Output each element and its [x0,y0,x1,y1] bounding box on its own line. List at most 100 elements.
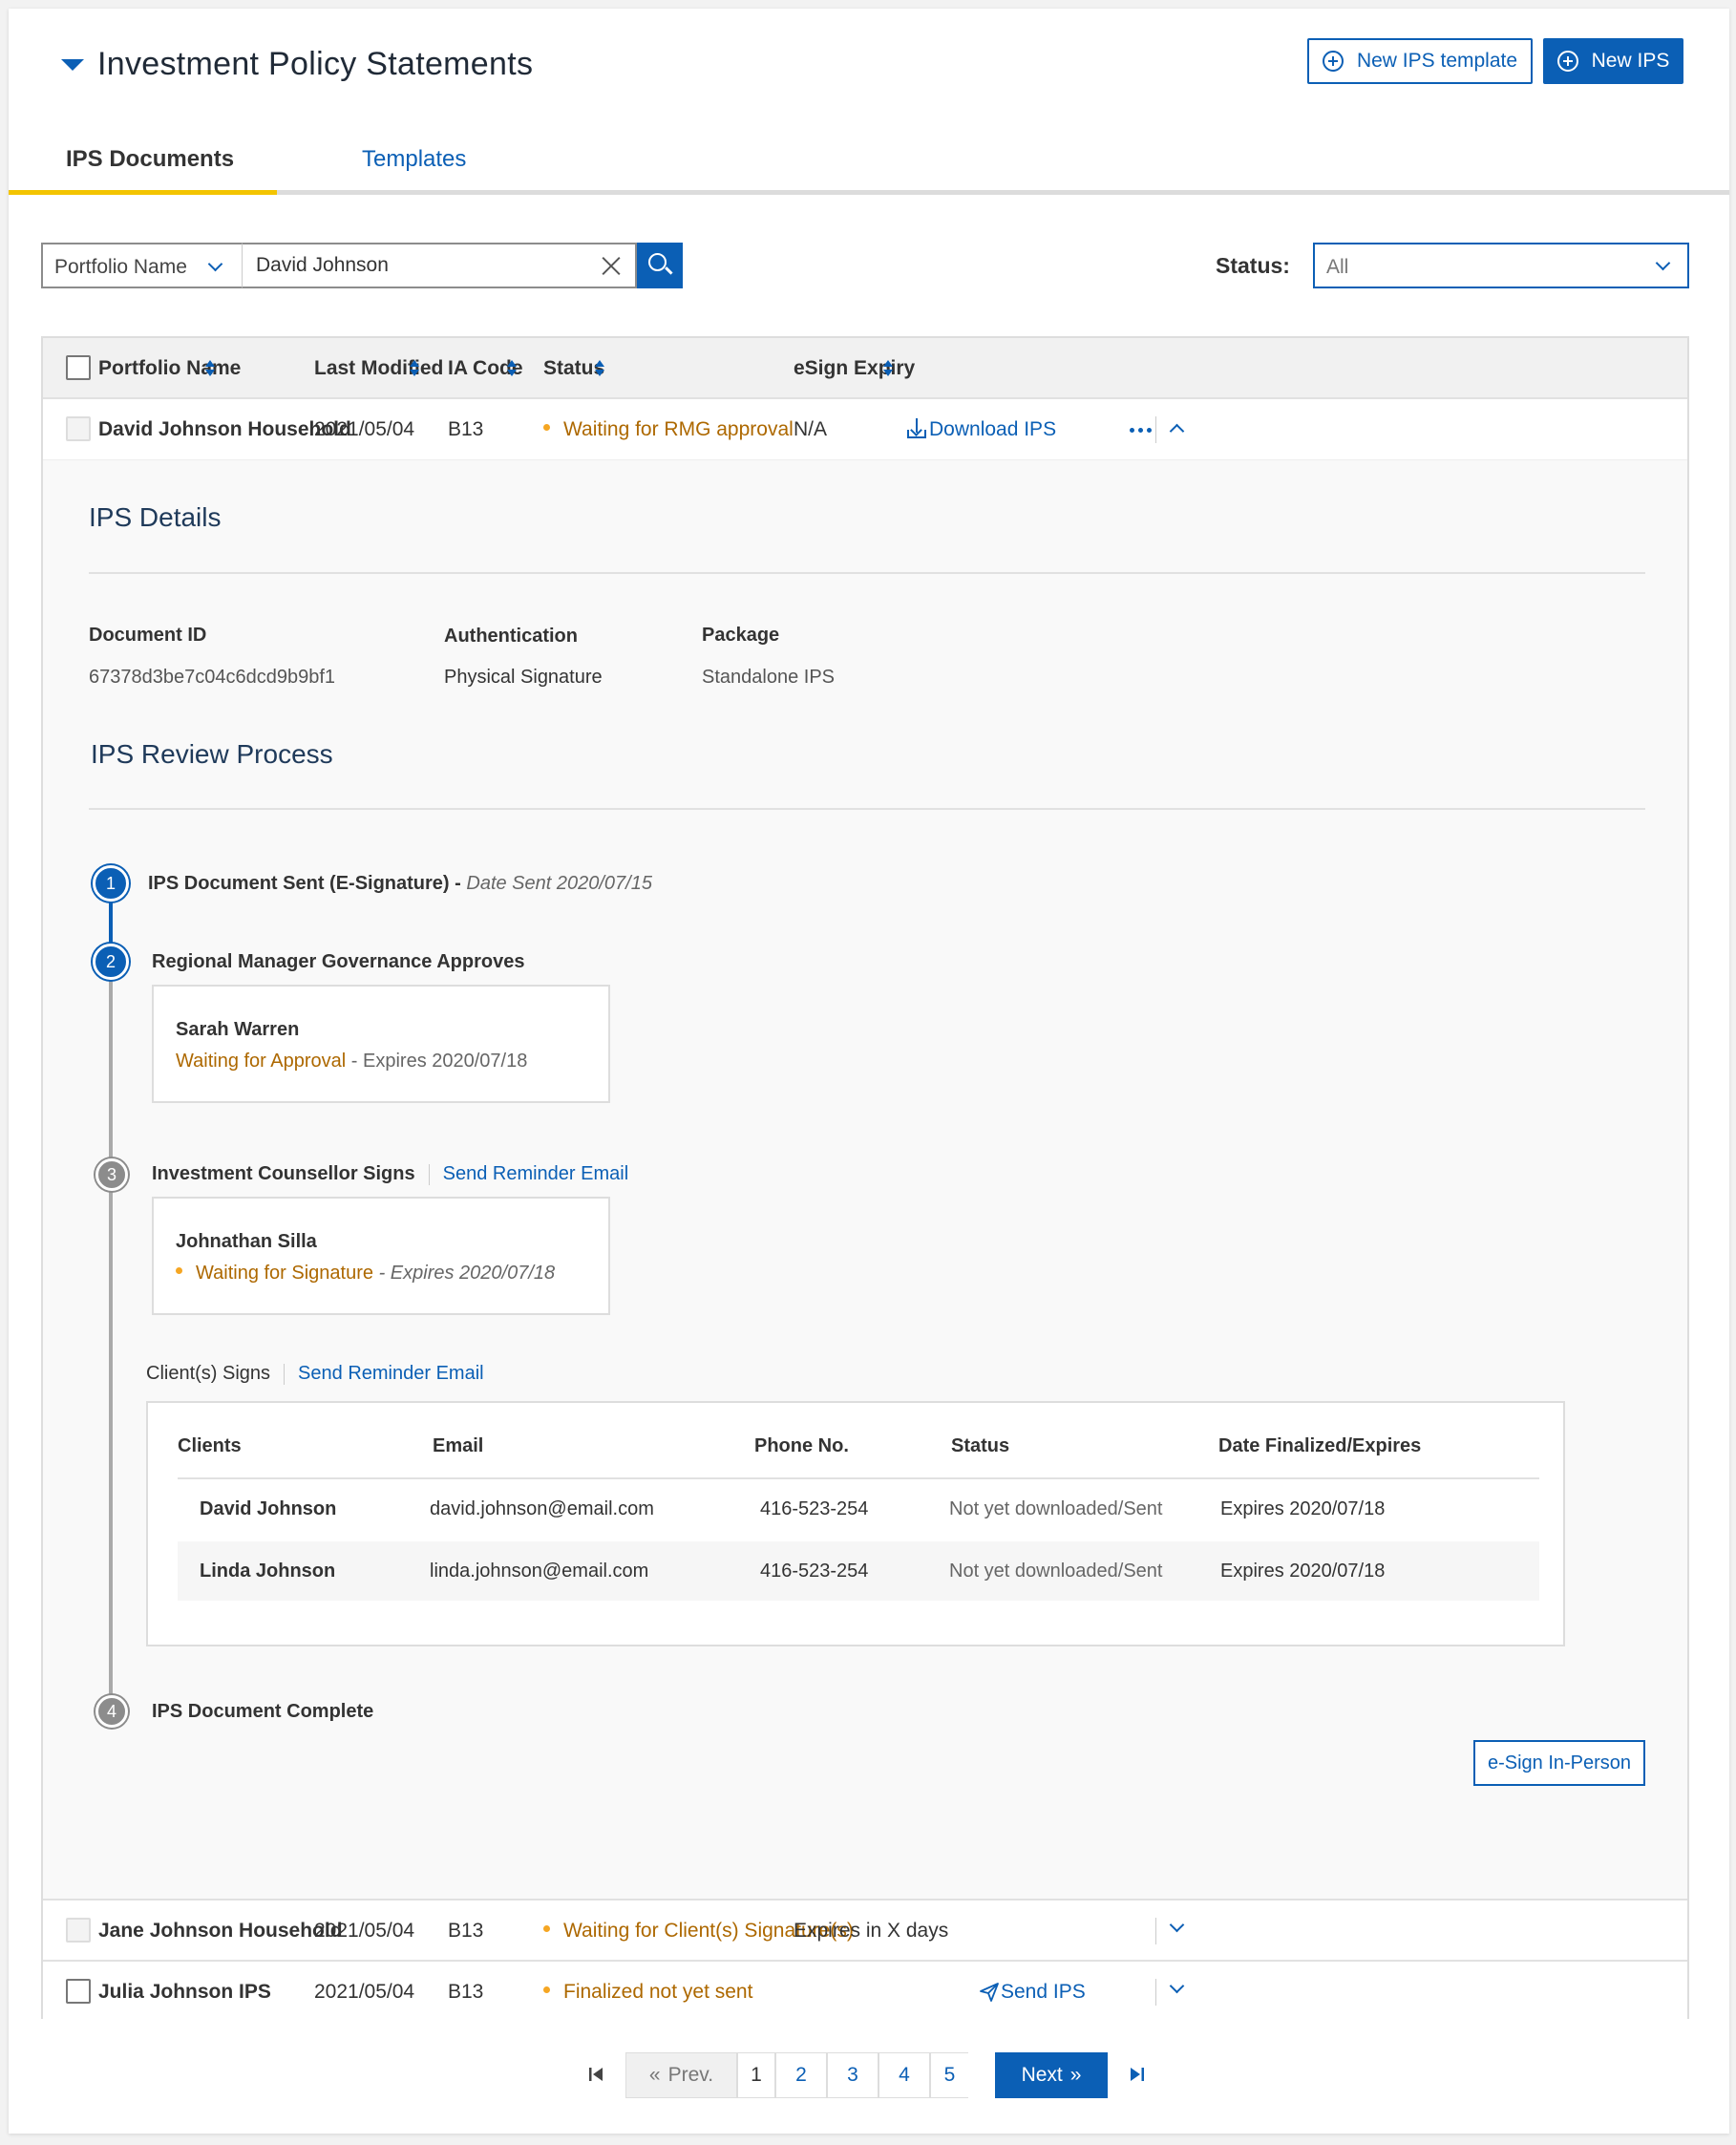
counsellor-card: Johnathan Silla Waiting for Signature - … [152,1197,610,1315]
step-1-title: IPS Document Sent (E-Signature) - Date S… [148,873,652,895]
active-tab-indicator [9,190,277,195]
sort-icon[interactable] [595,360,604,377]
prev-label: Prev. [667,2064,714,2086]
send-reminder-email-link[interactable]: Send Reminder Email [298,1363,484,1384]
approver-status-text: Waiting for Approval [176,1051,347,1072]
pagination: « Prev. 1 2 3 4 5 Next » [9,2019,1729,2134]
row-checkbox[interactable] [66,416,91,441]
search-button[interactable] [637,243,683,288]
search-input[interactable] [242,243,637,288]
client-phone: 416-523-254 [760,1561,869,1582]
status-dot [543,1986,550,1993]
ia-code: B13 [448,1920,484,1942]
step-1-label: IPS Document Sent (E-Signature) - [148,873,461,894]
status-dot [176,1267,182,1275]
send-ips-link[interactable]: Send IPS [1001,1981,1086,2004]
tab-bar: IPS Documents Templates [9,129,1729,195]
approver-expiry: - Expires 2020/07/18 [350,1051,528,1072]
last-page-icon[interactable] [1126,2063,1149,2086]
step-4-marker: 4 [95,1695,128,1728]
new-ips-label: New IPS [1591,50,1670,72]
page-4-button[interactable]: 4 [879,2052,930,2098]
sort-icon[interactable] [883,360,893,377]
page-header: Investment Policy Statements New IPS tem… [9,9,1729,129]
search-field-select[interactable]: Portfolio Name [41,243,242,288]
ips-page: Investment Policy Statements New IPS tem… [9,9,1729,2134]
search-field-value: Portfolio Name [54,256,187,278]
caret-down-icon[interactable] [61,59,84,71]
plus-circle-icon [1556,51,1578,72]
select-all-checkbox[interactable] [66,355,91,380]
row-checkbox[interactable] [66,1918,91,1943]
page-5-button[interactable]: 5 [930,2052,968,2098]
divider [284,1363,286,1385]
authentication-value: Physical Signature [444,667,603,688]
first-page-icon[interactable] [584,2063,607,2086]
sort-icon[interactable] [205,360,215,377]
page-3-button[interactable]: 3 [827,2052,879,2098]
table-row[interactable]: Julia Johnson IPS 2021/05/04 B13 Finaliz… [43,1960,1687,2021]
send-icon[interactable] [979,1982,1000,2003]
dot [1130,428,1134,433]
send-reminder-email-link[interactable]: Send Reminder Email [443,1163,629,1184]
document-id-value: 67378d3be7c04c6dcd9b9bf1 [89,667,336,688]
page-2-button[interactable]: 2 [775,2052,827,2098]
col-esign-expiry[interactable]: eSign Expiry [794,357,915,380]
step-3-label: Investment Counsellor Signs [152,1163,415,1184]
tab-ips-documents[interactable]: IPS Documents [66,146,234,173]
esign-expiry: Expires in X days [794,1920,949,1942]
sort-icon[interactable] [410,360,419,377]
dot [1138,428,1143,433]
chevron-down-icon [207,256,223,272]
prev-page-button[interactable]: « Prev. [625,2052,737,2098]
next-page-button[interactable]: Next » [995,2052,1108,2098]
clear-icon[interactable] [601,255,622,276]
client-name: David Johnson [200,1498,337,1519]
counsellor-expiry: - Expires 2020/07/18 [378,1263,556,1284]
col-email: Email [433,1435,484,1456]
esign-in-person-button[interactable]: e-Sign In-Person [1473,1740,1645,1786]
ips-details-title: IPS Details [89,502,222,532]
step-3-marker: 3 [95,1158,128,1191]
client-status: Not yet downloaded/Sent [949,1561,1163,1582]
last-modified: 2021/05/04 [314,418,415,440]
col-portfolio-name[interactable]: Portfolio Name [98,357,241,380]
package-value: Standalone IPS [702,667,835,688]
row-checkbox[interactable] [66,1979,91,2004]
new-ips-button[interactable]: New IPS [1543,38,1683,84]
download-icon-part [907,430,926,438]
document-id-label: Document ID [89,625,207,646]
search-icon-handle [665,266,673,275]
double-chevron-left-icon: « [648,2064,661,2086]
table-row[interactable]: Jane Johnson Household 2021/05/04 B13 Wa… [43,1899,1687,1960]
counsellor-name: Johnathan Silla [176,1231,317,1252]
col-last-modified[interactable]: Last Modified [314,357,443,380]
double-chevron-right-icon: » [1069,2064,1082,2086]
status-filter-select[interactable]: All [1313,243,1689,288]
step-2-title: Regional Manager Governance Approves [152,951,525,972]
download-ips-link[interactable]: Download IPS [929,418,1056,441]
clients-signs-title: Client(s) Signs Send Reminder Email [146,1363,484,1385]
table-row[interactable]: David Johnson Household 2021/05/04 B13 W… [43,399,1687,460]
page-1-button[interactable]: 1 [737,2052,775,2098]
approver-name: Sarah Warren [176,1019,300,1040]
plus-circle-icon [1322,51,1344,72]
step-4-title: IPS Document Complete [152,1701,374,1722]
client-status: Not yet downloaded/Sent [949,1498,1163,1519]
page-title: Investment Policy Statements [97,46,534,82]
chevron-down-icon[interactable] [1169,1917,1185,1933]
status-dot [543,423,550,431]
new-ips-template-button[interactable]: New IPS template [1307,38,1533,84]
tab-templates[interactable]: Templates [362,146,466,173]
download-icon[interactable] [906,418,927,439]
divider [1155,416,1156,443]
chevron-down-icon[interactable] [1169,1978,1185,1994]
package-label: Package [702,625,780,646]
sort-icon[interactable] [507,360,517,377]
more-options-icon[interactable] [1130,428,1152,433]
portfolio-name: Julia Johnson IPS [98,1981,271,2003]
status-filter-label: Status: [1216,253,1290,278]
next-label: Next [1021,2064,1063,2086]
chevron-up-icon[interactable] [1169,423,1185,439]
step-2-marker: 2 [93,944,129,980]
